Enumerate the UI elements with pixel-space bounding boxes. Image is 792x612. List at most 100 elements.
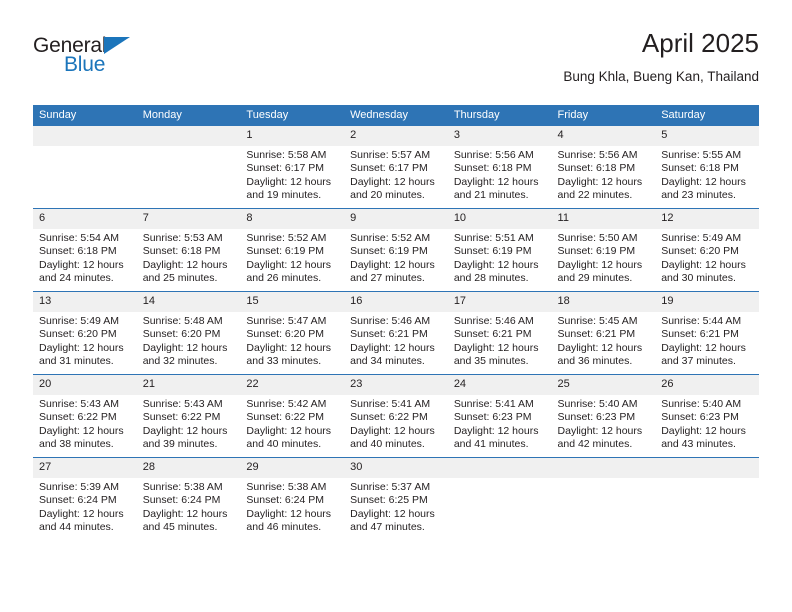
day-number: 6: [33, 209, 137, 229]
daylight-text: Daylight: 12 hours and 33 minutes.: [246, 341, 332, 368]
calendar-day-cell[interactable]: 12 Sunrise: 5:49 AM Sunset: 6:20 PM Dayl…: [655, 208, 759, 292]
day-number: 12: [655, 209, 759, 229]
day-details: Sunrise: 5:43 AM Sunset: 6:22 PM Dayligh…: [33, 395, 137, 452]
calendar-page: General Blue April 2025 Bung Khla, Bueng…: [0, 0, 792, 612]
sunrise-text: Sunrise: 5:37 AM: [350, 481, 431, 493]
calendar-header-row: Sunday Monday Tuesday Wednesday Thursday…: [33, 105, 759, 126]
calendar-day-cell[interactable]: 5 Sunrise: 5:55 AM Sunset: 6:18 PM Dayli…: [655, 126, 759, 209]
calendar-day-cell[interactable]: 18 Sunrise: 5:45 AM Sunset: 6:21 PM Dayl…: [551, 291, 656, 375]
sunrise-text: Sunrise: 5:57 AM: [350, 149, 431, 161]
daylight-text: Daylight: 12 hours and 27 minutes.: [350, 258, 435, 285]
sunrise-text: Sunrise: 5:50 AM: [557, 232, 638, 244]
sunrise-text: Sunrise: 5:43 AM: [39, 398, 119, 410]
day-number: 21: [136, 375, 241, 395]
calendar-day-cell[interactable]: 10 Sunrise: 5:51 AM Sunset: 6:19 PM Dayl…: [447, 208, 552, 292]
calendar-day-cell[interactable]: 17 Sunrise: 5:46 AM Sunset: 6:21 PM Dayl…: [447, 291, 552, 375]
calendar-day-cell[interactable]: 25 Sunrise: 5:40 AM Sunset: 6:23 PM Dayl…: [551, 374, 656, 458]
sunrise-text: Sunrise: 5:45 AM: [557, 315, 638, 327]
day-number: 7: [136, 209, 241, 229]
calendar-day-cell[interactable]: 24 Sunrise: 5:41 AM Sunset: 6:23 PM Dayl…: [447, 374, 552, 458]
calendar-day-cell[interactable]: 29 Sunrise: 5:38 AM Sunset: 6:24 PM Dayl…: [240, 457, 345, 540]
sunset-text: Sunset: 6:19 PM: [246, 245, 325, 258]
calendar-day-cell[interactable]: 11 Sunrise: 5:50 AM Sunset: 6:19 PM Dayl…: [551, 208, 656, 292]
sunset-text: Sunset: 6:25 PM: [350, 494, 428, 507]
daylight-text: Daylight: 12 hours and 21 minutes.: [453, 175, 539, 202]
sunset-text: Sunset: 6:24 PM: [246, 494, 325, 507]
sunrise-text: Sunrise: 5:55 AM: [661, 149, 742, 161]
calendar-week-row: 6 Sunrise: 5:54 AM Sunset: 6:18 PM Dayli…: [33, 208, 759, 292]
day-number: 9: [344, 209, 448, 229]
day-details: Sunrise: 5:52 AM Sunset: 6:19 PM Dayligh…: [344, 229, 448, 286]
day-details: Sunrise: 5:50 AM Sunset: 6:19 PM Dayligh…: [551, 229, 656, 286]
sunrise-text: Sunrise: 5:39 AM: [39, 481, 119, 493]
calendar-day-cell[interactable]: 3 Sunrise: 5:56 AM Sunset: 6:18 PM Dayli…: [447, 126, 552, 209]
calendar-week-row: 27 Sunrise: 5:39 AM Sunset: 6:24 PM Dayl…: [33, 457, 759, 540]
day-details: Sunrise: 5:37 AM Sunset: 6:25 PM Dayligh…: [344, 478, 448, 535]
weekday-header-thursday: Thursday: [447, 105, 552, 126]
day-number: 15: [240, 292, 345, 312]
day-number: 16: [344, 292, 448, 312]
sunrise-text: Sunrise: 5:52 AM: [350, 232, 431, 244]
calendar-day-cell[interactable]: 16 Sunrise: 5:46 AM Sunset: 6:21 PM Dayl…: [344, 291, 448, 375]
calendar-day-cell[interactable]: 15 Sunrise: 5:47 AM Sunset: 6:20 PM Dayl…: [240, 291, 345, 375]
daylight-text: Daylight: 12 hours and 45 minutes.: [142, 507, 228, 534]
day-number: 28: [136, 458, 241, 478]
calendar-day-cell[interactable]: [447, 457, 552, 540]
daylight-text: Daylight: 12 hours and 39 minutes.: [142, 424, 228, 451]
weekday-header-sunday: Sunday: [33, 105, 137, 126]
calendar-day-cell[interactable]: [136, 126, 241, 209]
calendar-day-cell[interactable]: 19 Sunrise: 5:44 AM Sunset: 6:21 PM Dayl…: [655, 291, 759, 375]
title-block: April 2025 Bung Khla, Bueng Kan, Thailan…: [563, 28, 759, 87]
day-details: Sunrise: 5:56 AM Sunset: 6:18 PM Dayligh…: [551, 146, 656, 203]
sunset-text: Sunset: 6:20 PM: [142, 328, 221, 341]
day-number: 14: [136, 292, 241, 312]
calendar-day-cell[interactable]: 27 Sunrise: 5:39 AM Sunset: 6:24 PM Dayl…: [33, 457, 137, 540]
day-number: [655, 458, 759, 478]
calendar-day-cell[interactable]: 1 Sunrise: 5:58 AM Sunset: 6:17 PM Dayli…: [240, 126, 345, 209]
day-details: Sunrise: 5:45 AM Sunset: 6:21 PM Dayligh…: [551, 312, 656, 369]
calendar-day-cell[interactable]: 2 Sunrise: 5:57 AM Sunset: 6:17 PM Dayli…: [344, 126, 448, 209]
calendar-day-cell[interactable]: 4 Sunrise: 5:56 AM Sunset: 6:18 PM Dayli…: [551, 126, 656, 209]
calendar-day-cell[interactable]: 13 Sunrise: 5:49 AM Sunset: 6:20 PM Dayl…: [33, 291, 137, 375]
calendar-week-row: 13 Sunrise: 5:49 AM Sunset: 6:20 PM Dayl…: [33, 291, 759, 375]
sunrise-text: Sunrise: 5:56 AM: [557, 149, 638, 161]
calendar-day-cell[interactable]: 26 Sunrise: 5:40 AM Sunset: 6:23 PM Dayl…: [655, 374, 759, 458]
generalblue-logo[interactable]: General Blue: [33, 34, 233, 82]
day-number: 4: [551, 126, 656, 146]
weekday-header-friday: Friday: [551, 105, 656, 126]
calendar-day-cell[interactable]: [655, 457, 759, 540]
calendar-day-cell[interactable]: 9 Sunrise: 5:52 AM Sunset: 6:19 PM Dayli…: [344, 208, 448, 292]
calendar-day-cell[interactable]: 7 Sunrise: 5:53 AM Sunset: 6:18 PM Dayli…: [136, 208, 241, 292]
calendar-day-cell[interactable]: [33, 126, 137, 209]
calendar-week-row: 20 Sunrise: 5:43 AM Sunset: 6:22 PM Dayl…: [33, 374, 759, 458]
calendar-day-cell[interactable]: 30 Sunrise: 5:37 AM Sunset: 6:25 PM Dayl…: [344, 457, 448, 540]
day-details: Sunrise: 5:49 AM Sunset: 6:20 PM Dayligh…: [33, 312, 137, 369]
calendar-day-cell[interactable]: 20 Sunrise: 5:43 AM Sunset: 6:22 PM Dayl…: [33, 374, 137, 458]
calendar-day-cell[interactable]: 23 Sunrise: 5:41 AM Sunset: 6:22 PM Dayl…: [344, 374, 448, 458]
day-details: Sunrise: 5:41 AM Sunset: 6:23 PM Dayligh…: [447, 395, 552, 452]
sunset-text: Sunset: 6:18 PM: [39, 245, 117, 258]
day-number: [551, 458, 656, 478]
daylight-text: Daylight: 12 hours and 44 minutes.: [39, 507, 124, 534]
calendar-day-cell[interactable]: 22 Sunrise: 5:42 AM Sunset: 6:22 PM Dayl…: [240, 374, 345, 458]
sunrise-text: Sunrise: 5:46 AM: [453, 315, 534, 327]
day-number: 23: [344, 375, 448, 395]
day-number: 8: [240, 209, 345, 229]
sunset-text: Sunset: 6:18 PM: [453, 162, 532, 175]
day-details: Sunrise: 5:58 AM Sunset: 6:17 PM Dayligh…: [240, 146, 345, 203]
sunset-text: Sunset: 6:19 PM: [453, 245, 532, 258]
calendar-day-cell[interactable]: 6 Sunrise: 5:54 AM Sunset: 6:18 PM Dayli…: [33, 208, 137, 292]
calendar-day-cell[interactable]: 28 Sunrise: 5:38 AM Sunset: 6:24 PM Dayl…: [136, 457, 241, 540]
calendar-day-cell[interactable]: 21 Sunrise: 5:43 AM Sunset: 6:22 PM Dayl…: [136, 374, 241, 458]
calendar-day-cell[interactable]: 8 Sunrise: 5:52 AM Sunset: 6:19 PM Dayli…: [240, 208, 345, 292]
daylight-text: Daylight: 12 hours and 41 minutes.: [453, 424, 539, 451]
daylight-text: Daylight: 12 hours and 26 minutes.: [246, 258, 332, 285]
calendar-day-cell[interactable]: [551, 457, 656, 540]
calendar-day-cell[interactable]: 14 Sunrise: 5:48 AM Sunset: 6:20 PM Dayl…: [136, 291, 241, 375]
sunrise-text: Sunrise: 5:40 AM: [557, 398, 638, 410]
day-number: 2: [344, 126, 448, 146]
sunset-text: Sunset: 6:18 PM: [142, 245, 221, 258]
day-details: Sunrise: 5:44 AM Sunset: 6:21 PM Dayligh…: [655, 312, 759, 369]
sunrise-text: Sunrise: 5:53 AM: [142, 232, 223, 244]
weekday-header-monday: Monday: [136, 105, 241, 126]
